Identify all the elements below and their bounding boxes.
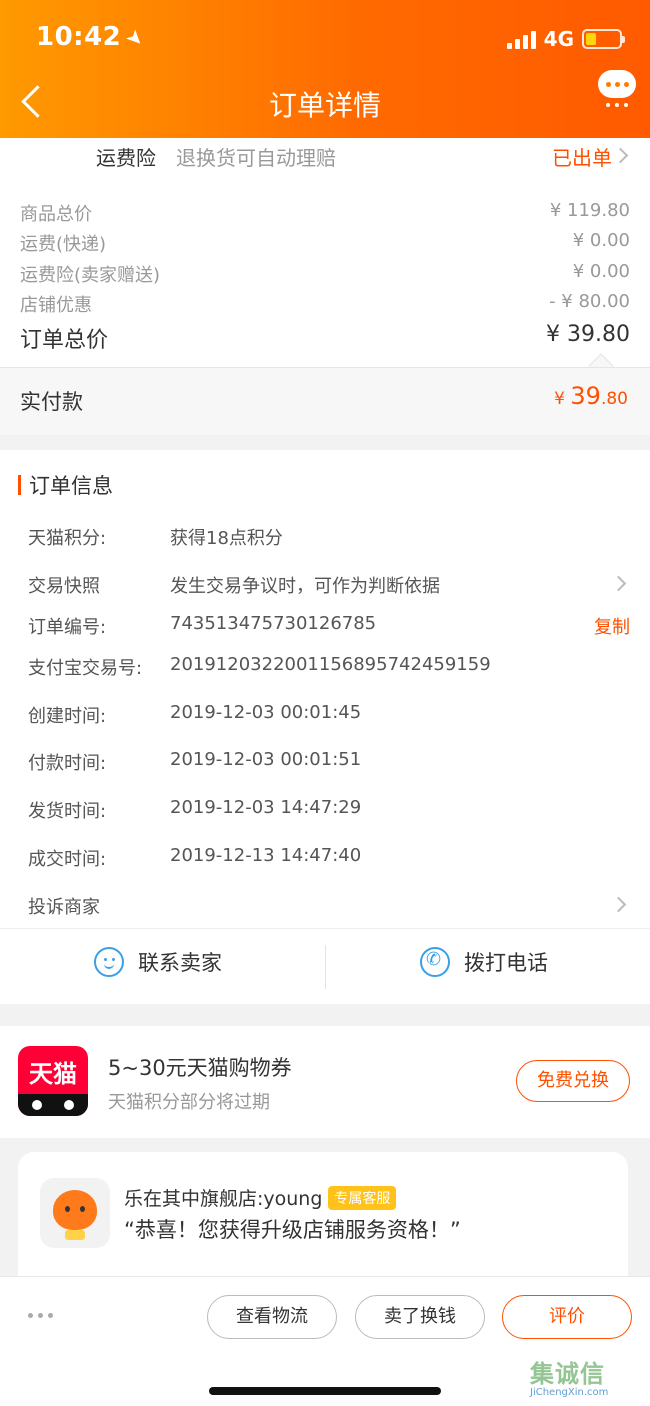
- insurance-label: 运费险: [96, 146, 156, 170]
- price-row: 运费险(卖家赠送) ¥ 0.00: [20, 261, 630, 286]
- store-message: “恭喜！您获得升级店铺服务资格！”: [124, 1218, 461, 1242]
- contact-seller-button[interactable]: 联系卖家: [94, 947, 222, 977]
- tmall-cat-icon: [18, 1094, 88, 1116]
- signal-icon: [506, 29, 536, 49]
- network-label: 4G: [543, 27, 574, 51]
- battery-icon: [582, 29, 625, 49]
- status-time: 10:42➤: [36, 22, 150, 53]
- chevron-right-icon: [610, 896, 627, 913]
- call-phone-button[interactable]: 拨打电话: [420, 947, 548, 977]
- store-message-card[interactable]: 乐在其中旗舰店:young 专属客服 “恭喜！您获得升级店铺服务资格！”: [18, 1152, 628, 1292]
- copy-button[interactable]: 复制: [594, 613, 630, 639]
- resell-button[interactable]: 卖了换钱: [355, 1295, 485, 1339]
- service-badge: 专属客服: [328, 1185, 397, 1210]
- home-indicator: [209, 1387, 441, 1395]
- price-row: 商品总价 ¥ 119.80: [20, 200, 630, 225]
- order-total-row: 订单总价 ¥ 39.80: [20, 322, 630, 353]
- coupon-card: 天猫 5~30元天猫购物券 天猫积分部分将过期 免费兑换: [0, 1026, 650, 1138]
- chat-bubble-icon: [598, 70, 636, 98]
- watermark-logo: 集诚信 JiChengXin.com: [530, 1360, 609, 1398]
- coupon-subtitle: 天猫积分部分将过期: [108, 1092, 270, 1113]
- contact-bar: 联系卖家 拨打电话: [0, 928, 650, 1004]
- message-button[interactable]: [598, 70, 636, 108]
- more-dots-icon: [598, 103, 636, 107]
- page-title: 订单详情: [268, 89, 381, 122]
- order-info-card: 订单信息 天猫积分: 获得18点积分 交易快照 发生交易争议时，可作为判断依据 …: [0, 450, 650, 928]
- order-info-heading: 订单信息: [18, 470, 113, 500]
- complain-seller-row[interactable]: 投诉商家: [28, 893, 630, 918]
- store-avatar: [40, 1178, 110, 1248]
- store-name: 乐在其中旗舰店:young 专属客服: [124, 1184, 397, 1211]
- price-row: 运费(快递) ¥ 0.00: [20, 230, 630, 255]
- chevron-right-icon: [612, 147, 629, 164]
- price-summary-card: 运费险 退换货可自动理赔 已出单 商品总价 ¥ 119.80 运费(快递) ¥ 0.…: [0, 138, 650, 368]
- paid-amount: ¥ 39.80: [554, 382, 628, 410]
- paid-label: 实付款: [20, 390, 83, 414]
- redeem-button[interactable]: 免费兑换: [516, 1060, 630, 1102]
- header: 10:42➤ 4G 订单详情: [0, 0, 650, 138]
- info-row-snapshot[interactable]: 交易快照 发生交易争议时，可作为判断依据: [28, 572, 630, 597]
- mascot-icon: [53, 1190, 97, 1230]
- status-indicators: 4G: [506, 27, 625, 51]
- chevron-right-icon: [610, 575, 627, 592]
- coupon-title: 5~30元天猫购物券: [108, 1056, 292, 1080]
- insurance-desc: 退换货可自动理赔: [176, 146, 336, 170]
- more-options-icon[interactable]: [28, 1313, 53, 1318]
- divider: [325, 945, 326, 989]
- clock-text: 10:42: [36, 22, 122, 52]
- accent-bar: [18, 475, 21, 495]
- tmall-logo: 天猫: [18, 1046, 88, 1116]
- phone-icon: [420, 947, 450, 977]
- view-logistics-button[interactable]: 查看物流: [207, 1295, 337, 1339]
- smile-face-icon: [94, 947, 124, 977]
- paid-row: 实付款 ¥ 39.80: [0, 367, 650, 435]
- review-button[interactable]: 评价: [502, 1295, 632, 1339]
- location-arrow-icon: ➤: [121, 23, 151, 53]
- insurance-status[interactable]: 已出单: [552, 142, 612, 171]
- price-row: 店铺优惠 - ¥ 80.00: [20, 291, 630, 316]
